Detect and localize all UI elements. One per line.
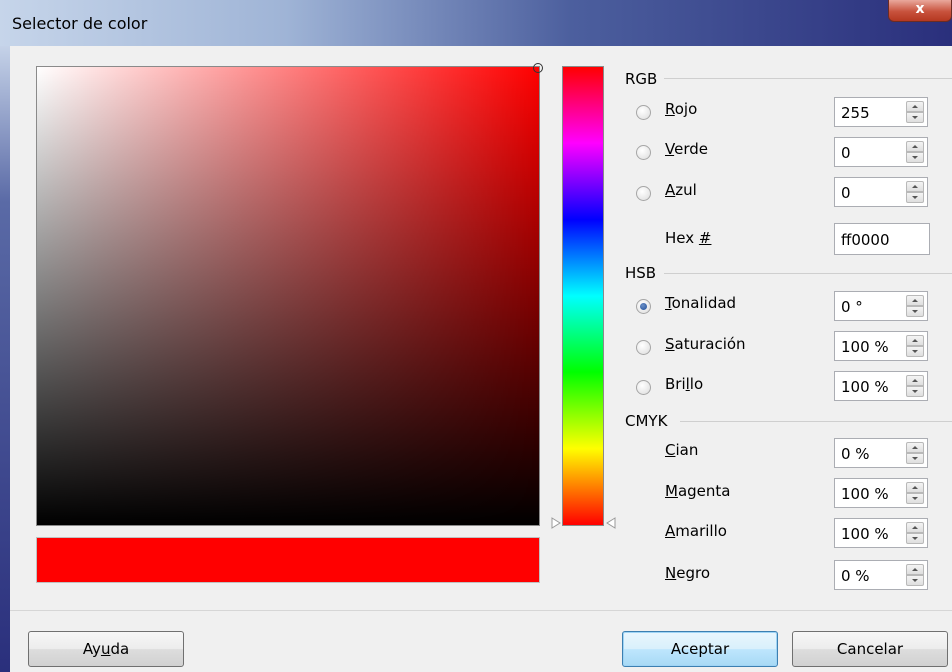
rojo-increment-icon[interactable] [906, 101, 924, 112]
amarillo-increment-icon[interactable] [906, 522, 924, 533]
saturation-brightness-field[interactable] [36, 63, 543, 526]
hex-input[interactable]: ff0000 [834, 223, 930, 255]
cian-label: Cian [665, 441, 699, 459]
cmyk-section-line [680, 421, 952, 422]
rojo-spinbox[interactable]: 255 [834, 97, 928, 127]
tonalidad-radio[interactable] [636, 299, 651, 314]
color-preview [36, 537, 540, 583]
azul-label: Azul [665, 181, 697, 199]
saturacion-value[interactable]: 100 % [841, 338, 889, 356]
hue-slider-right-handle-icon[interactable] [606, 517, 616, 529]
negro-value[interactable]: 0 % [841, 567, 870, 585]
tonalidad-value[interactable]: 0 ° [841, 298, 863, 316]
brillo-decrement-icon[interactable] [906, 386, 924, 397]
azul-value[interactable]: 0 [841, 184, 851, 202]
verde-decrement-icon[interactable] [906, 152, 924, 163]
amarillo-spinbox[interactable]: 100 % [834, 518, 928, 548]
title-bar: Selector de color x [0, 0, 952, 46]
azul-spinbox[interactable]: 0 [834, 177, 928, 207]
tonalidad-decrement-icon[interactable] [906, 306, 924, 317]
amarillo-decrement-icon[interactable] [906, 533, 924, 544]
brillo-value[interactable]: 100 % [841, 378, 889, 396]
verde-spinbox[interactable]: 0 [834, 137, 928, 167]
saturacion-spinbox[interactable]: 100 % [834, 331, 928, 361]
saturacion-decrement-icon[interactable] [906, 346, 924, 357]
magenta-value[interactable]: 100 % [841, 485, 889, 503]
magenta-label: Magenta [665, 482, 731, 500]
verde-label: Verde [665, 140, 708, 158]
cian-spinbox[interactable]: 0 % [834, 438, 928, 468]
amarillo-value[interactable]: 100 % [841, 525, 889, 543]
azul-decrement-icon[interactable] [906, 192, 924, 203]
hex-value[interactable]: ff0000 [841, 231, 890, 249]
cancel-button-label: Cancelar [836, 640, 904, 658]
color-picker-marker[interactable] [533, 63, 543, 73]
rojo-value[interactable]: 255 [841, 104, 870, 122]
brillo-spinbox[interactable]: 100 % [834, 371, 928, 401]
brillo-increment-icon[interactable] [906, 375, 924, 386]
window-title: Selector de color [12, 14, 148, 33]
negro-increment-icon[interactable] [906, 564, 924, 575]
tonalidad-spinbox[interactable]: 0 ° [834, 291, 928, 321]
cian-increment-icon[interactable] [906, 442, 924, 453]
hue-slider-left-handle-icon[interactable] [551, 517, 561, 529]
brillo-label: Brillo [665, 375, 704, 393]
ok-button-label: Aceptar [670, 640, 730, 658]
magenta-spinbox[interactable]: 100 % [834, 478, 928, 508]
saturacion-radio[interactable] [636, 340, 651, 355]
negro-decrement-icon[interactable] [906, 575, 924, 586]
azul-increment-icon[interactable] [906, 181, 924, 192]
cian-value[interactable]: 0 % [841, 445, 870, 463]
verde-radio[interactable] [636, 145, 651, 160]
rojo-decrement-icon[interactable] [906, 112, 924, 123]
verde-increment-icon[interactable] [906, 141, 924, 152]
close-button[interactable]: x [888, 0, 952, 22]
tonalidad-increment-icon[interactable] [906, 295, 924, 306]
rgb-section-line [664, 78, 952, 79]
hsb-section-line [664, 273, 952, 274]
rojo-radio[interactable] [636, 105, 651, 120]
help-button[interactable]: Ayuda [28, 631, 184, 667]
cancel-button[interactable]: Cancelar [792, 631, 948, 667]
window-frame-left [0, 46, 10, 672]
close-icon: x [915, 1, 925, 17]
saturacion-increment-icon[interactable] [906, 335, 924, 346]
cian-decrement-icon[interactable] [906, 453, 924, 464]
amarillo-label: Amarillo [665, 522, 727, 540]
brillo-radio[interactable] [636, 380, 651, 395]
brightness-layer [37, 67, 539, 525]
tonalidad-label: Tonalidad [665, 294, 737, 312]
negro-spinbox[interactable]: 0 % [834, 560, 928, 590]
magenta-decrement-icon[interactable] [906, 493, 924, 504]
cmyk-section-label: CMYK [625, 412, 668, 430]
negro-label: Negro [665, 564, 710, 582]
magenta-increment-icon[interactable] [906, 482, 924, 493]
hex-label: Hex # [665, 229, 712, 247]
button-separator [10, 610, 952, 611]
saturacion-label: Saturación [665, 335, 746, 353]
ok-button[interactable]: Aceptar [622, 631, 778, 667]
rojo-label: Rojo [665, 100, 698, 118]
hsb-section-label: HSB [625, 264, 657, 282]
verde-value[interactable]: 0 [841, 144, 851, 162]
azul-radio[interactable] [636, 186, 651, 201]
rgb-section-label: RGB [625, 70, 658, 88]
hue-slider[interactable] [562, 66, 604, 526]
